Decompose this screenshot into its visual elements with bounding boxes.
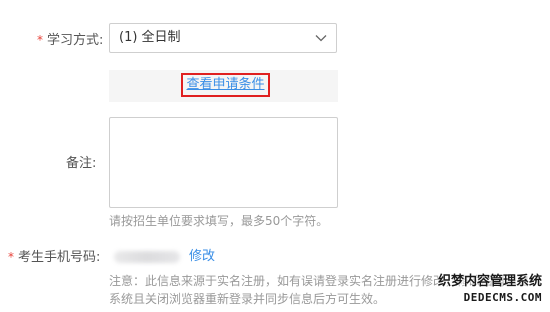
- phone-label: * 考生手机号码:: [8, 249, 100, 266]
- study-mode-label-text: 学习方式:: [47, 33, 104, 48]
- phone-number-redacted: [114, 251, 180, 263]
- application-form: * 学习方式: (1) 全日制 查看申请条件 备注: 请按招生单位要求填写，最多5…: [0, 0, 550, 312]
- remark-hint: 请按招生单位要求填写，最多50个字符。: [109, 214, 329, 228]
- conditions-panel: 查看申请条件: [109, 70, 338, 102]
- edit-phone-link[interactable]: 修改: [189, 249, 215, 265]
- view-conditions-link[interactable]: 查看申请条件: [181, 73, 270, 97]
- remark-label: 备注:: [66, 156, 97, 171]
- watermark-url: DEDECMS.COM: [463, 291, 542, 304]
- watermark-title: 织梦内容管理系统: [437, 274, 542, 289]
- phone-label-text: 考生手机号码:: [18, 250, 101, 265]
- remark-textarea[interactable]: [109, 117, 338, 208]
- study-mode-label: * 学习方式:: [37, 32, 103, 49]
- study-mode-selected-value: (1) 全日制: [119, 30, 181, 45]
- required-mark: *: [8, 250, 14, 264]
- study-mode-select[interactable]: (1) 全日制: [109, 23, 337, 53]
- chevron-down-icon: [315, 35, 327, 42]
- notice-line-2: 系统且关闭浏览器重新登录并同步信息后方可生效。: [109, 292, 386, 306]
- required-mark: *: [37, 33, 43, 47]
